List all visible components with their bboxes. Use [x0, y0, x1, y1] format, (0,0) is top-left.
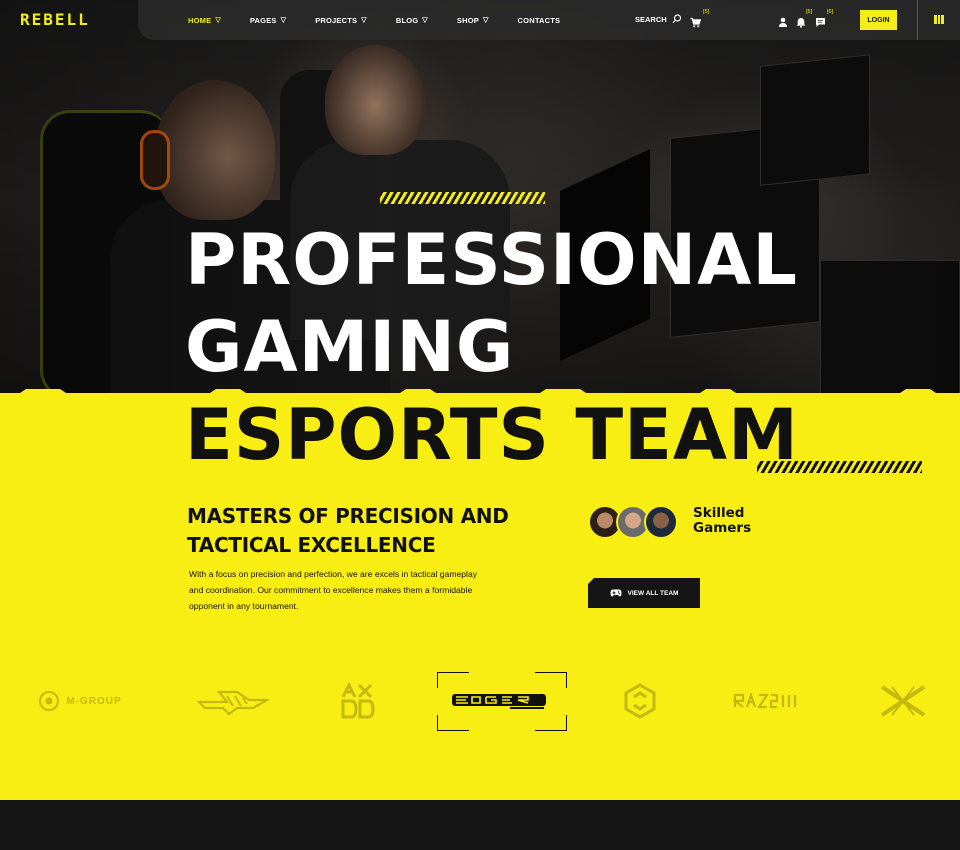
decorative-stripes: [757, 461, 922, 473]
chevron-down-icon: ▽: [422, 17, 428, 24]
notifications-count-badge: [5]: [806, 9, 813, 15]
grid-menu-icon[interactable]: [934, 15, 945, 24]
account-button[interactable]: [778, 13, 788, 32]
chevron-down-icon: ▽: [361, 17, 367, 24]
hero-title-line-1: PROFESSIONAL: [185, 219, 798, 301]
nav-item-blog[interactable]: BLOG ▽: [396, 16, 428, 25]
section-subheading: MASTERS OF PRECISION AND TACTICAL EXCELL…: [187, 504, 509, 557]
edger-logo-icon: [452, 694, 546, 709]
search-icon: [672, 14, 681, 24]
nav-item-contacts[interactable]: CONTACTS: [518, 16, 561, 25]
chevron-down-icon: ▽: [215, 17, 221, 24]
chevron-down-icon: ▽: [482, 17, 489, 24]
double-x-logo-icon: [880, 685, 926, 717]
avatar: [644, 505, 678, 539]
notifications-button[interactable]: [5]: [796, 9, 812, 32]
messages-button[interactable]: [6]: [815, 9, 833, 32]
messages-count-badge: [6]: [827, 9, 834, 15]
nav-item-pages[interactable]: PAGES ▽: [250, 16, 286, 25]
skilled-gamers-label: Skilled Gamers: [693, 505, 752, 536]
arrow-wing-logo-icon: [196, 690, 269, 716]
bell-icon: [796, 18, 806, 28]
partner-logo-hex[interactable]: [620, 678, 660, 724]
hexagon-logo-icon: [624, 683, 656, 719]
site-logo[interactable]: REBELL: [20, 10, 90, 29]
main-nav: HOME ▽ PAGES ▽ PROJECTS ▽ BLOG ▽ SHOP ▽ …: [188, 0, 560, 40]
chat-icon: [816, 18, 825, 27]
m-group-logo-icon: [39, 691, 60, 711]
cart-icon: [690, 17, 702, 28]
partner-logo-m-group[interactable]: M-GROUP: [35, 678, 125, 724]
nav-item-shop[interactable]: SHOP ▽: [457, 16, 489, 25]
login-button[interactable]: LOGIN: [860, 10, 897, 30]
site-header: REBELL HOME ▽ PAGES ▽ PROJECTS ▽ BLOG ▽ …: [0, 0, 960, 40]
section-description: With a focus on precision and perfection…: [189, 569, 478, 611]
view-all-team-button[interactable]: VIEW ALL TEAM: [588, 578, 700, 608]
header-divider: [917, 0, 918, 40]
partner-logo-raziii[interactable]: [733, 678, 803, 724]
user-icon: [779, 17, 787, 27]
partner-logo-edger[interactable]: [449, 678, 549, 724]
raziii-logo-icon: [733, 693, 797, 709]
nav-item-projects[interactable]: PROJECTS ▽: [315, 16, 367, 25]
cart-button[interactable]: [5]: [690, 9, 709, 32]
hero-title-line-3: ESPORTS TEAM: [185, 394, 799, 476]
nav-item-home[interactable]: HOME ▽: [188, 16, 221, 25]
partner-logo-arrow[interactable]: [195, 678, 270, 724]
decorative-stripes: [380, 192, 545, 204]
team-avatars: [588, 505, 678, 539]
chevron-down-icon: ▽: [280, 17, 287, 24]
cart-count-badge: [5]: [703, 9, 710, 15]
next-section: [0, 800, 960, 850]
search-button[interactable]: SEARCH: [635, 14, 682, 24]
partner-logo-axdd[interactable]: [338, 678, 378, 724]
hero-title-line-2: GAMING: [185, 306, 515, 388]
partner-logo-xx[interactable]: [878, 678, 928, 724]
axdd-logo-icon: [341, 683, 375, 719]
gamepad-icon: [610, 589, 622, 597]
